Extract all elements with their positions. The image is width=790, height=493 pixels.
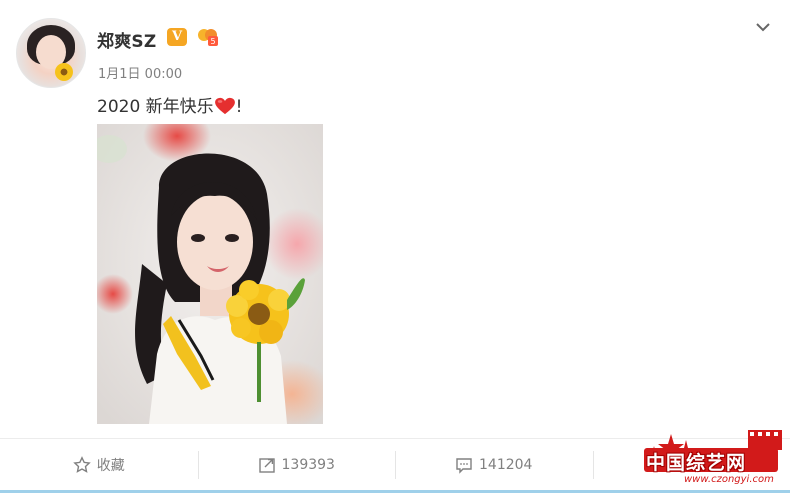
post-timestamp[interactable]: 1月1日 00:00 <box>98 63 182 82</box>
watermark-text: 中国综艺网 <box>646 452 747 474</box>
member-level-icon[interactable]: 5 <box>196 26 220 48</box>
repost-count: 139393 <box>281 457 335 473</box>
favorite-label: 收藏 <box>96 458 125 474</box>
post-image[interactable] <box>97 124 323 424</box>
star-icon <box>72 456 91 473</box>
avatar[interactable] <box>16 18 86 88</box>
heart-icon <box>214 97 235 115</box>
share-icon <box>258 458 275 473</box>
avatar-flower <box>55 63 73 81</box>
post-text: 2020 新年快乐 ! <box>97 92 243 117</box>
comment-icon <box>456 458 472 474</box>
author-name[interactable]: 郑爽SZ <box>97 27 156 52</box>
comment-button[interactable]: 141204 <box>395 439 593 491</box>
portrait-photo <box>97 124 323 424</box>
chevron-down-icon[interactable] <box>754 18 772 36</box>
verified-badge[interactable]: V <box>167 28 187 46</box>
favorite-button[interactable]: 收藏 <box>0 439 198 491</box>
watermark-logo: 中国综艺网 www.czongyi.com <box>640 426 788 488</box>
watermark-url: www.czongyi.com <box>684 474 774 485</box>
comment-count: 141204 <box>479 457 533 473</box>
svg-text:5: 5 <box>211 37 216 46</box>
weibo-post-card: 郑爽SZ V 5 1月1日 00:00 2020 新年快乐 ! 收藏 13939… <box>0 0 790 493</box>
post-text-suffix: ! <box>235 97 243 117</box>
repost-button[interactable]: 139393 <box>197 439 396 491</box>
post-text-content: 2020 新年快乐 <box>97 97 214 117</box>
